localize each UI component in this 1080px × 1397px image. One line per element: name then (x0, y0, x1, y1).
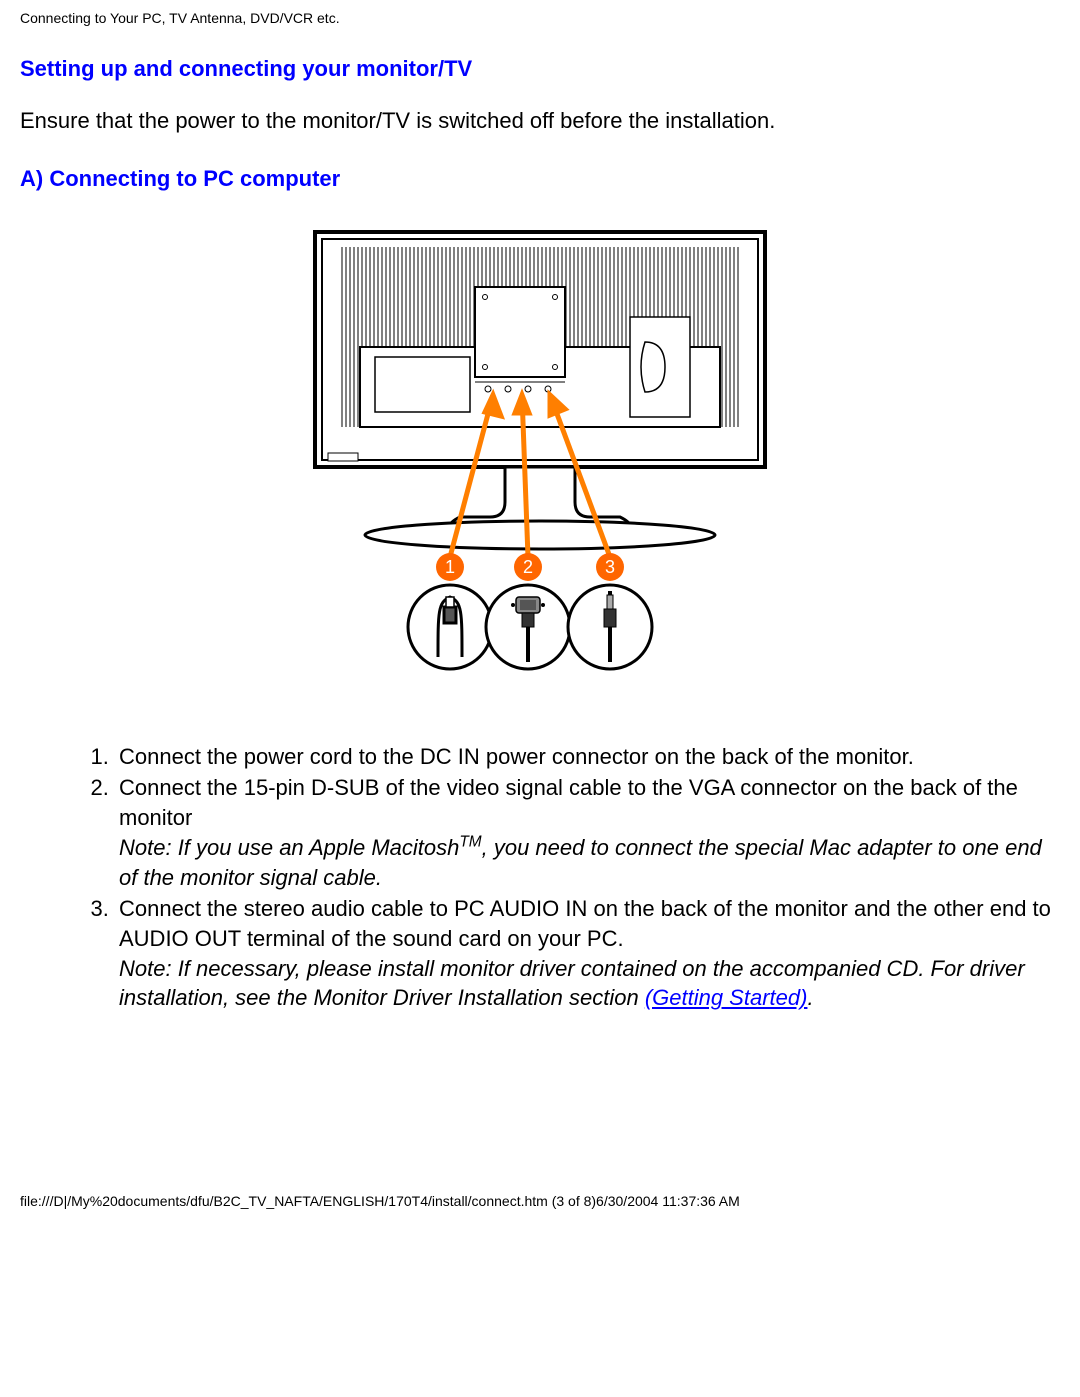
instruction-list: Connect the power cord to the DC IN powe… (20, 742, 1060, 1014)
callout-1: 1 (445, 557, 455, 577)
callout-2: 2 (523, 557, 533, 577)
step-2-note-a: Note: If you use an Apple Macitosh (119, 835, 459, 860)
step-3-period: . (807, 985, 813, 1010)
step-3-note: Note: If necessary, please install monit… (119, 956, 1025, 1011)
heading-section-a: A) Connecting to PC computer (20, 166, 1060, 192)
step-2-text: Connect the 15-pin D-SUB of the video si… (119, 775, 1018, 830)
step-2: Connect the 15-pin D-SUB of the video si… (115, 773, 1060, 892)
getting-started-link[interactable]: (Getting Started) (645, 985, 808, 1010)
connection-diagram: 1 2 3 (20, 217, 1060, 682)
step-2-note: Note: If you use an Apple MacitoshTM, yo… (119, 835, 1042, 890)
page-header-breadcrumb: Connecting to Your PC, TV Antenna, DVD/V… (20, 10, 1060, 26)
step-3: Connect the stereo audio cable to PC AUD… (115, 894, 1060, 1013)
intro-text: Ensure that the power to the monitor/TV … (20, 107, 1060, 136)
step-1: Connect the power cord to the DC IN powe… (115, 742, 1060, 772)
trademark-superscript: TM (459, 834, 481, 851)
monitor-rear-diagram-icon: 1 2 3 (300, 217, 780, 682)
page-footer-path: file:///D|/My%20documents/dfu/B2C_TV_NAF… (20, 1193, 1060, 1209)
step-3-text: Connect the stereo audio cable to PC AUD… (119, 896, 1051, 951)
callout-3: 3 (605, 557, 615, 577)
step-3-note-text: Note: If necessary, please install monit… (119, 956, 1025, 1011)
step-1-text: Connect the power cord to the DC IN powe… (119, 744, 914, 769)
heading-setup: Setting up and connecting your monitor/T… (20, 56, 1060, 82)
